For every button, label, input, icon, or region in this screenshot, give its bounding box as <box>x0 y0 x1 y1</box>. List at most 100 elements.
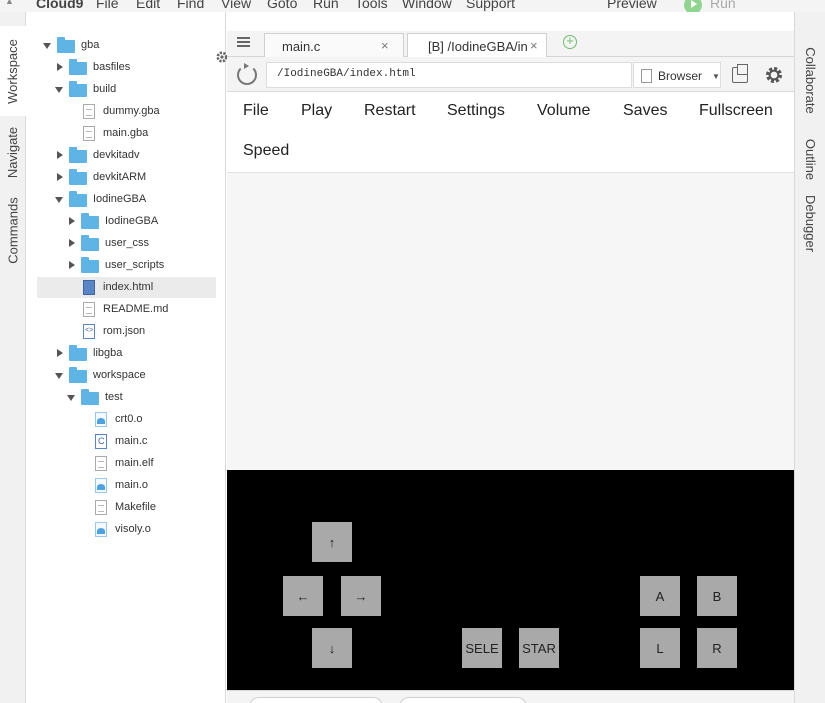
b-button[interactable]: B <box>697 576 737 616</box>
tab-debugger[interactable]: Debugger <box>795 188 825 258</box>
tree-file[interactable]: crt0.o <box>37 409 216 430</box>
expanded-arrow-icon[interactable] <box>43 43 51 49</box>
folder-icon <box>81 389 99 405</box>
dpad-left-button[interactable]: ← <box>283 576 323 616</box>
menu-tools[interactable]: Tools <box>355 0 388 11</box>
collapsed-arrow-icon[interactable] <box>69 239 75 247</box>
tree-item-label: IodineGBA <box>93 193 147 205</box>
file-icon <box>95 500 107 515</box>
folder-icon <box>69 191 87 207</box>
emu-menu-saves[interactable]: Saves <box>623 102 667 120</box>
tab-commands[interactable]: Commands <box>0 188 26 272</box>
reload-icon[interactable] <box>237 63 257 85</box>
tree-folder[interactable]: devkitARM <box>37 167 216 188</box>
emu-menu-volume[interactable]: Volume <box>537 102 590 120</box>
run-icon[interactable] <box>684 0 702 12</box>
expanded-arrow-icon[interactable] <box>55 197 63 203</box>
tree-folder[interactable]: test <box>37 387 216 408</box>
start-button[interactable]: STAR <box>519 628 559 668</box>
tree-file[interactable]: main.elf <box>37 453 216 474</box>
collapsed-arrow-icon[interactable] <box>57 151 63 159</box>
tab-navigate[interactable]: Navigate <box>0 116 26 188</box>
document-icon <box>641 69 652 83</box>
tree-file[interactable]: Makefile <box>37 497 216 518</box>
expanded-arrow-icon[interactable] <box>55 373 63 379</box>
tree-file[interactable]: rom.json <box>37 321 216 342</box>
tree-item-label: crt0.o <box>115 413 143 425</box>
tree-item-label: basfiles <box>93 61 131 73</box>
preview-menu[interactable]: Preview <box>607 0 657 11</box>
tab-workspace[interactable]: Workspace <box>0 26 26 116</box>
console-tab-2[interactable] <box>399 697 527 703</box>
tree-folder[interactable]: user_css <box>37 233 216 254</box>
collapsed-arrow-icon[interactable] <box>57 349 63 357</box>
collapsed-arrow-icon[interactable] <box>69 261 75 269</box>
folder-icon <box>69 169 87 185</box>
tab-preview-index-close-icon[interactable]: × <box>530 38 538 53</box>
tree-file[interactable]: dummy.gba <box>37 101 216 122</box>
collapsed-arrow-icon[interactable] <box>69 217 75 225</box>
dpad-down-button[interactable]: ↓ <box>312 628 352 668</box>
emu-menu-file[interactable]: File <box>243 102 269 120</box>
tab-outline[interactable]: Outline <box>795 130 825 188</box>
tree-file[interactable]: README.md <box>37 299 216 320</box>
editor-tab-bar: main.c × [B] /IodineGBA/in × + <box>227 31 794 59</box>
browser-dropdown-label: Browser <box>658 69 703 83</box>
expanded-arrow-icon[interactable] <box>55 87 63 93</box>
collapsed-arrow-icon[interactable] <box>57 173 63 181</box>
tree-file[interactable]: main.gba <box>37 123 216 144</box>
emu-menu-settings[interactable]: Settings <box>447 102 505 120</box>
tab-preview-index[interactable]: [B] /IodineGBA/in × <box>407 33 547 59</box>
dpad-right-button[interactable]: → <box>341 576 381 616</box>
workspace-file-tree: gba basfiles build dummy.gba main.gba devkita… <box>27 12 231 703</box>
emu-menu-play[interactable]: Play <box>301 102 332 120</box>
collapse-menu-icon[interactable]: ▲ <box>5 0 14 6</box>
a-button[interactable]: A <box>640 576 680 616</box>
tree-folder[interactable]: libgba <box>37 343 216 364</box>
tree-folder[interactable]: devkitadv <box>37 145 216 166</box>
preview-page: File Play Restart Settings Volume Saves … <box>227 92 794 690</box>
tree-file[interactable]: main.o <box>37 475 216 496</box>
menu-support[interactable]: Support <box>466 0 515 11</box>
console-tab-1[interactable] <box>249 697 383 703</box>
menu-run[interactable]: Run <box>313 0 339 11</box>
tree-folder[interactable]: basfiles <box>37 57 216 78</box>
menu-goto[interactable]: Goto <box>267 0 297 11</box>
pop-out-icon[interactable] <box>732 64 748 83</box>
select-button[interactable]: SELE <box>462 628 502 668</box>
preview-settings-gear-icon[interactable] <box>764 65 784 85</box>
tree-file[interactable]: visoly.o <box>37 519 216 540</box>
tree-folder[interactable]: gba <box>37 35 216 56</box>
tab-list-icon[interactable] <box>237 37 250 47</box>
tree-file[interactable]: index.html <box>37 277 216 298</box>
tab-main-c[interactable]: main.c × <box>264 33 404 58</box>
tab-main-c-close-icon[interactable]: × <box>381 38 389 53</box>
l-button[interactable]: L <box>640 628 680 668</box>
r-button[interactable]: R <box>697 628 737 668</box>
emu-menu-restart[interactable]: Restart <box>364 102 416 120</box>
tree-folder[interactable]: build <box>37 79 216 100</box>
preview-url-input[interactable]: /IodineGBA/index.html <box>266 62 632 88</box>
emu-menu-fullscreen[interactable]: Fullscreen <box>699 102 773 120</box>
add-tab-icon[interactable]: + <box>563 34 577 49</box>
emu-menu-speed[interactable]: Speed <box>243 142 289 160</box>
cloud9-menu[interactable]: Cloud9 <box>36 0 83 11</box>
dpad-up-button[interactable]: ↑ <box>312 522 352 562</box>
collapsed-arrow-icon[interactable] <box>57 63 63 71</box>
menu-find[interactable]: Find <box>177 0 204 11</box>
run-button[interactable]: Run <box>710 0 736 11</box>
menu-bar: ▲ Cloud9 File Edit Find View Goto Run To… <box>0 0 825 12</box>
emulator-screen[interactable]: ↑ ← → ↓ SELE STAR A B L R <box>227 470 794 690</box>
menu-window[interactable]: Window <box>402 0 452 11</box>
browser-dropdown[interactable]: Browser ▼ <box>633 62 721 88</box>
tree-folder[interactable]: user_scripts <box>37 255 216 276</box>
expanded-arrow-icon[interactable] <box>67 395 75 401</box>
menu-edit[interactable]: Edit <box>136 0 160 11</box>
tab-collaborate[interactable]: Collaborate <box>795 30 825 130</box>
menu-file[interactable]: File <box>96 0 119 11</box>
menu-view[interactable]: View <box>221 0 251 11</box>
tree-folder[interactable]: IodineGBA <box>37 189 216 210</box>
tree-file[interactable]: main.c <box>37 431 216 452</box>
tree-folder[interactable]: IodineGBA <box>37 211 216 232</box>
tree-folder[interactable]: workspace <box>37 365 216 386</box>
